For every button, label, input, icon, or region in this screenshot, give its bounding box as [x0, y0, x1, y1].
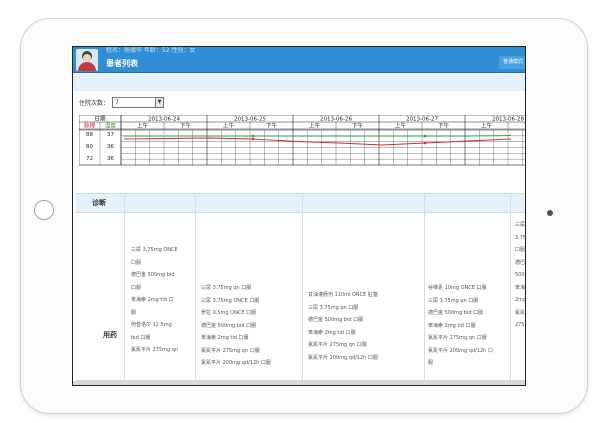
medication-line: 口服 [515, 247, 526, 253]
medication-line: 甘油灌肠剂 110ml ONCE 肛塞 [308, 292, 378, 298]
pulse-scale-label: 80 [86, 144, 93, 150]
medication-line: 苯海索 2mg tid 口服 [201, 335, 249, 341]
medication-line: 氯氮平片 275mg qn 口服 [308, 342, 367, 348]
medication-line: 德巴金 500mg bid 口服 [308, 317, 364, 323]
am-header: 上午 [481, 122, 493, 130]
am-header: 上午 [395, 122, 407, 130]
medication-line: 谷维素 10mg ONCE 口服 [428, 285, 487, 291]
stay-count-row: 住院次数： 7 ▼ [79, 97, 165, 108]
diagnosis-row: 诊断 [76, 193, 525, 213]
date-column-header: 日期 [94, 116, 106, 123]
app-screen: 姓名：杨德华 年龄：52 性别：女 患者列表 普通模式 住院次数： 7 ▼ 20… [72, 46, 526, 386]
vitals-chart: 2013-06-24 上午 下午 2013-06-25 上午 下午 2013-06-26 上午… [78, 114, 526, 187]
medication-line: 德巴 [515, 259, 526, 266]
am-header: 上午 [309, 122, 321, 130]
pulse-point [251, 137, 255, 141]
pm-header: 下午 [180, 122, 192, 130]
medication-line: 口服 [131, 284, 142, 291]
medication-line: 氯氮平片 275mg qn [131, 347, 179, 353]
pm-header: 下午 [524, 122, 526, 130]
temp-header: 温度 [105, 122, 117, 130]
medication-line: 苯海索 2mg tid 口 [131, 297, 174, 303]
column-divider [510, 193, 511, 381]
column-divider [124, 193, 125, 381]
pulse-line [123, 137, 512, 146]
horizontal-scrollbar[interactable] [73, 381, 525, 385]
home-button[interactable] [34, 200, 54, 220]
stay-count-label: 住院次数： [79, 100, 110, 107]
medication-line: bid 口服 [131, 334, 151, 341]
header-bar: 姓名：杨德华 年龄：52 性别：女 患者列表 普通模式 [73, 47, 525, 73]
pulse-point [423, 141, 427, 145]
medication-line: 苯海 [515, 284, 526, 291]
medication-line: 氯氮平片 275mg qn 口服 [201, 347, 260, 354]
medication-line: 500m [515, 272, 525, 278]
medication-line: 2mg [515, 297, 526, 303]
camera-dot [547, 210, 553, 216]
am-header: 上午 [223, 122, 235, 130]
date-header: 2013-06-24 [148, 117, 180, 123]
medication-line: 氯氮平片 275mg qn 口服 [428, 335, 487, 341]
medication-line: 德巴金 500mg bid 口服 [428, 310, 484, 316]
medication-line: 服 [428, 360, 434, 366]
pulse-scale-label: 72 [86, 156, 93, 162]
medication-column-2: 三尿 3.75mg qn 口服三尿 3.75mg ONCE 口服 罗拉 0.5mg… [201, 282, 271, 370]
date-header: 2013-06-26 [320, 117, 352, 123]
column-divider [195, 193, 196, 381]
sub-toolbar [73, 74, 525, 91]
temp-scale-label: 36 [107, 156, 114, 162]
medication-line: 苯海索 2mg tid 口服 [308, 329, 356, 336]
medication-line: 德巴金 500mg bid 口服 [201, 322, 257, 329]
chevron-down-icon[interactable]: ▼ [155, 98, 164, 107]
pulse-scale-label: 88 [86, 132, 93, 138]
medication-column-5: 三尿 3.75 口服德巴 500m 苯海 2mg 氯氮 275 [515, 219, 526, 332]
temperature-point [251, 134, 255, 138]
standard-mode-button[interactable]: 普通模式 [499, 56, 525, 69]
medication-line: 三尿 [515, 222, 526, 228]
medication-line: 苯海索 2mg tid 口服 [428, 322, 476, 329]
medication-line: 氯氮 [515, 309, 526, 316]
pm-header: 下午 [438, 122, 450, 130]
temp-scale-label: 37 [107, 132, 114, 138]
avatar[interactable] [76, 49, 98, 71]
temperature-point [423, 134, 427, 138]
temperature-line [124, 135, 512, 137]
date-header: 2013-06-28 [492, 117, 524, 123]
medication-line: 氯氮平片 200mg qd/12h 口服 [201, 360, 271, 366]
medication-column-3: 甘油灌肠剂 110ml ONCE 肛塞 三尿 3.75mg qn 口服 德巴金 50… [308, 289, 378, 364]
medication-line: 三尿 3.75mg qn 口服 [428, 297, 479, 304]
column-divider [424, 193, 425, 381]
medication-line: 氯氮平片 200mg qd/12h 口 [428, 347, 493, 354]
medication-line: 罗拉 0.5mg ONCE 口服 [201, 310, 257, 316]
date-header: 2013-06-25 [234, 117, 266, 123]
pm-header: 下午 [352, 122, 364, 130]
medication-line: 服 [131, 309, 137, 316]
pm-header: 下午 [266, 122, 278, 130]
medication-line: 275 [515, 322, 525, 328]
medication-line: 三尿 3.75mg ONCE 口服 [201, 297, 260, 304]
medication-line: 三尿 3.75mg ONCE [131, 247, 178, 253]
medication-column-1: 三尿 3.75mg ONCE 口服 德巴金 500mg bid 口服 苯海索 2mg t… [131, 244, 178, 357]
medication-line: 氯氮平片 200mg qd/12h 口服 [308, 354, 378, 361]
temp-scale-label: 36 [107, 144, 114, 150]
medication-line: 3.75 [515, 234, 526, 241]
date-header: 2013-06-27 [406, 117, 438, 123]
page-title: 患者列表 [106, 59, 138, 68]
medication-line: 三尿 3.75mg qn 口服 [308, 304, 359, 311]
medication-label: 用药 [103, 331, 117, 339]
stay-count-select[interactable]: 7 ▼ [112, 97, 165, 108]
patient-info: 姓名：杨德华 年龄：52 性别：女 [106, 47, 196, 54]
medication-column-4: 谷维素 10mg ONCE 口服 三尿 3.75mg qn 口服 德巴金 500mg… [428, 282, 493, 370]
diagnosis-label: 诊断 [92, 199, 106, 207]
medication-line: 阿替洛尔 12.5mg [131, 322, 172, 328]
pulse-header: 脉搏 [84, 122, 96, 130]
am-header: 上午 [137, 122, 149, 130]
medication-line: 三尿 3.75mg qn 口服 [201, 285, 252, 291]
column-divider [302, 193, 303, 381]
medication-line: 口服 [131, 259, 142, 266]
stay-count-value: 7 [115, 99, 119, 106]
medication-line: 德巴金 500mg bid [131, 272, 175, 278]
